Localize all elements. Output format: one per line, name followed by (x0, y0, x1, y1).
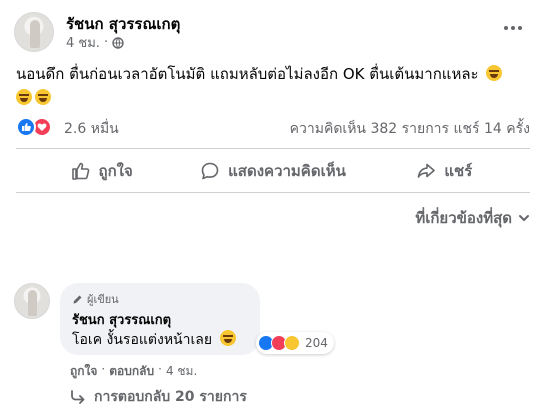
post-header: รัชนก สุวรรณเกตุ 4 ชม. · (14, 12, 530, 52)
comment-reply-button[interactable]: ตอบกลับ (109, 362, 154, 381)
comment-time[interactable]: 4 ชม. (166, 362, 197, 381)
sort-label: ที่เกี่ยวข้องที่สุด (415, 209, 512, 227)
laughing-emoji-icon (219, 330, 236, 346)
globe-icon (112, 36, 124, 49)
share-icon (418, 163, 436, 178)
comment-text-content: โอเค งั้นรอแต่งหน้าเลย (72, 332, 213, 348)
pencil-icon (73, 295, 82, 303)
laughing-emoji-icon (16, 89, 32, 105)
view-replies-label: การตอบกลับ 20 รายการ (94, 389, 247, 405)
thumbs-up-icon (71, 162, 89, 180)
divider (16, 148, 530, 149)
comment-button[interactable]: แสดงความคิดเห็น (187, 152, 358, 190)
post-text: นอนดึก ตื่นก่อนเวลาอัตโนมัติ แถมหลับต่อไ… (16, 62, 530, 110)
comment-text: โอเค งั้นรอแต่งหน้าเลย (72, 329, 236, 351)
comment-like-button[interactable]: ถูกใจ (70, 362, 97, 381)
like-label: ถูกใจ (98, 162, 133, 180)
chevron-down-icon (519, 215, 529, 221)
like-reaction-icon (16, 117, 36, 137)
share-button[interactable]: แชร์ (359, 152, 530, 190)
comment-sort-dropdown[interactable]: ที่เกี่ยวข้องที่สุด (415, 206, 530, 230)
like-button[interactable]: ถูกใจ (16, 152, 187, 190)
post-stats: 2.6 หมื่น ความคิดเห็น 382 รายการ แชร์ 14… (16, 116, 530, 138)
post-time[interactable]: 4 ชม. (66, 32, 100, 53)
haha-reaction-icon (284, 335, 300, 351)
comment-actions: ถูกใจ · ตอบกลับ · 4 ชม. (70, 362, 197, 381)
laughing-emoji-icon (35, 89, 51, 105)
share-label: แชร์ (444, 162, 473, 180)
reaction-icons[interactable] (16, 117, 56, 137)
comment-author-avatar[interactable] (14, 283, 50, 319)
comment-label: แสดงความคิดเห็น (228, 162, 346, 180)
comment-author-name[interactable]: รัชนก สุวรรณเกตุ (72, 309, 171, 330)
post-actions: ถูกใจ แสดงความคิดเห็น แชร์ (16, 152, 530, 190)
comment-bubble: ผู้เขียน รัชนก สุวรรณเกตุ โอเค งั้นรอแต่… (60, 283, 260, 355)
reply-arrow-icon (71, 390, 85, 404)
reaction-count[interactable]: 2.6 หมื่น (64, 118, 119, 140)
author-avatar[interactable] (14, 12, 54, 52)
comment-icon (201, 162, 219, 180)
author-badge-label: ผู้เขียน (87, 293, 119, 306)
post-meta: 4 ชม. · (66, 32, 124, 53)
comment-reactions[interactable]: 204 (256, 332, 334, 354)
post-text-content: นอนดึก ตื่นก่อนเวลาอัตโนมัติ แถมหลับต่อไ… (16, 65, 479, 83)
divider (16, 192, 530, 193)
comment-reaction-count: 204 (305, 336, 328, 350)
author-badge: ผู้เขียน (72, 290, 119, 308)
comments-shares-count[interactable]: ความคิดเห็น 382 รายการ แชร์ 14 ครั้ง (290, 118, 530, 140)
view-replies-button[interactable]: การตอบกลับ 20 รายการ (70, 386, 247, 408)
more-options-icon[interactable] (498, 16, 528, 40)
laughing-emoji-icon (486, 65, 503, 81)
